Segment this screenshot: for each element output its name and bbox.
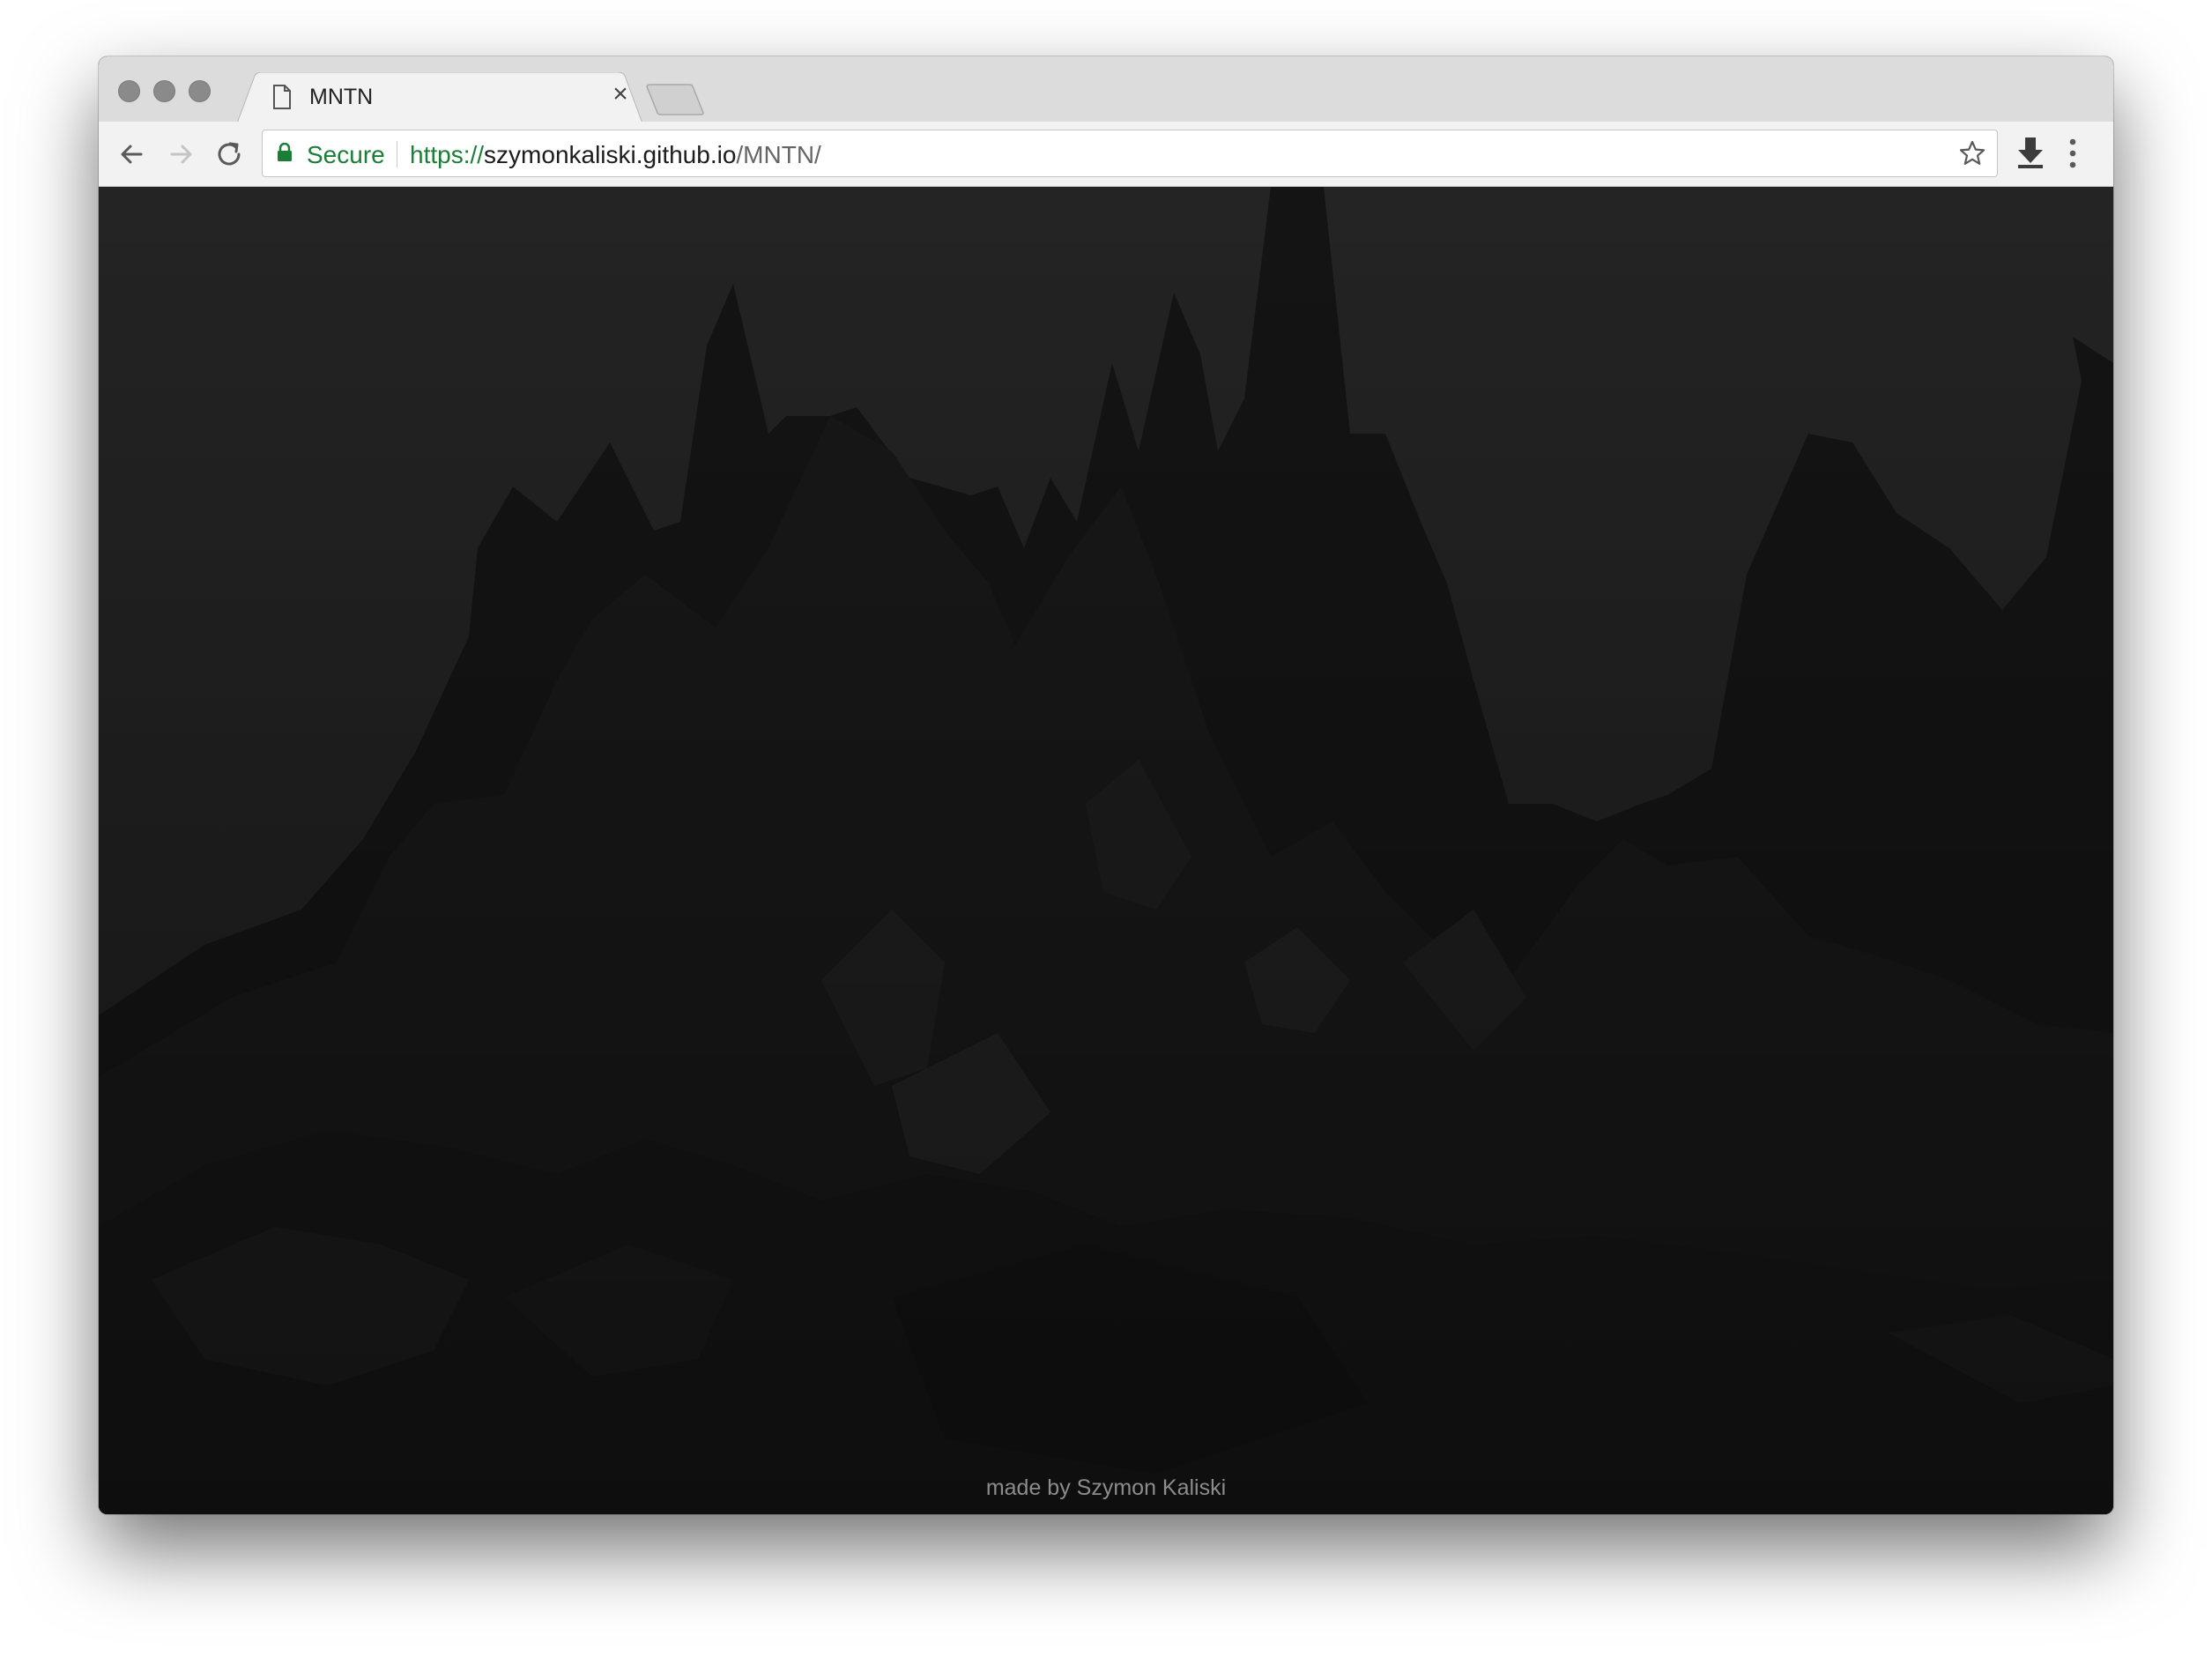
url-path: /MNTN/ [736, 141, 821, 168]
secure-label: Secure [307, 141, 385, 168]
page-viewport: made by Szymon Kaliski [99, 187, 2113, 1514]
star-icon[interactable] [1958, 139, 1986, 167]
tab-close-icon[interactable]: × [607, 81, 634, 108]
download-icon[interactable] [2015, 136, 2045, 169]
address-bar[interactable]: Secure https://szymonkaliski.github.io/M… [262, 130, 1998, 177]
browser-window: MNTN × Secure https://szymonkaliski.gith… [99, 56, 2113, 1514]
tab-title: MNTN [309, 85, 374, 109]
toolbar: Secure https://szymonkaliski.github.io/M… [99, 122, 2113, 187]
new-tab-button[interactable] [645, 83, 705, 116]
url-scheme: https:// [410, 141, 485, 168]
arrow-left-icon[interactable] [115, 137, 150, 172]
kebab-menu-icon[interactable] [2066, 136, 2080, 171]
close-window-button[interactable] [118, 80, 140, 102]
minimize-window-button[interactable] [153, 80, 175, 102]
lock-icon [278, 143, 292, 161]
tab-shape [237, 72, 642, 123]
url-host: szymonkaliski.github.io [484, 141, 737, 168]
title-bar: MNTN × [99, 56, 2113, 123]
mountain-render [99, 187, 2113, 1514]
credit-text[interactable]: made by Szymon Kaliski [99, 1475, 2113, 1501]
zoom-window-button[interactable] [189, 80, 211, 102]
arrow-right-icon[interactable] [163, 137, 198, 172]
document-icon [273, 85, 291, 109]
tab-mntn[interactable]: MNTN × [237, 72, 642, 123]
reload-icon[interactable] [212, 137, 247, 172]
url-text[interactable]: https://szymonkaliski.github.io/MNTN/ [410, 141, 821, 169]
